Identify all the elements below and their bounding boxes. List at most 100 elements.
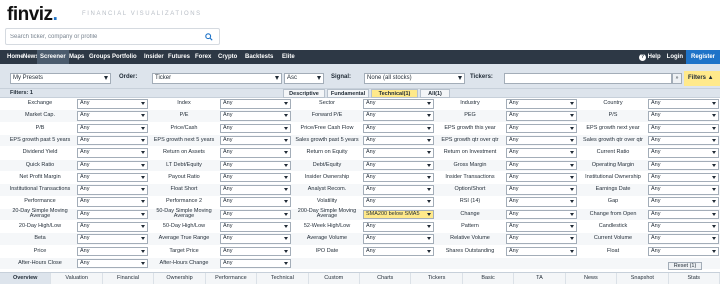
- filter-select[interactable]: Any: [506, 234, 577, 244]
- filter-select[interactable]: Any: [506, 185, 577, 195]
- filter-select[interactable]: Any: [648, 99, 719, 109]
- finviz-logo[interactable]: finviz.: [7, 4, 58, 26]
- filter-select[interactable]: Any: [220, 258, 291, 269]
- filter-select[interactable]: Any: [648, 246, 719, 257]
- filter-select[interactable]: Any: [506, 99, 577, 109]
- reset-button[interactable]: Reset (1): [668, 262, 702, 270]
- filter-select[interactable]: Any: [648, 148, 719, 158]
- filter-select[interactable]: Any: [77, 123, 148, 134]
- filter-select[interactable]: Any: [77, 111, 148, 121]
- search-input[interactable]: [6, 29, 201, 44]
- filter-select[interactable]: Any: [220, 123, 291, 134]
- filter-select[interactable]: Any: [77, 258, 148, 269]
- filter-select[interactable]: Any: [77, 197, 148, 207]
- filter-select[interactable]: Any: [363, 234, 434, 244]
- filter-tab-all-1[interactable]: All(1): [420, 89, 450, 98]
- filter-select[interactable]: Any: [648, 111, 719, 121]
- help-link[interactable]: ? Help: [636, 50, 664, 64]
- filter-select[interactable]: Any: [77, 99, 148, 109]
- view-tab-charts[interactable]: Charts: [360, 273, 412, 284]
- view-tab-tickers[interactable]: Tickers: [411, 273, 463, 284]
- filter-select[interactable]: Any: [363, 135, 434, 146]
- filter-select[interactable]: Any: [506, 222, 577, 232]
- filter-select[interactable]: Any: [506, 160, 577, 170]
- filter-select[interactable]: Any: [506, 148, 577, 158]
- nav-item-insider[interactable]: Insider: [141, 50, 167, 64]
- filter-select[interactable]: Any: [648, 160, 719, 170]
- filter-select[interactable]: Any: [220, 160, 291, 170]
- view-tab-overview[interactable]: Overview: [0, 273, 52, 284]
- nav-item-backtests[interactable]: Backtests: [242, 50, 276, 64]
- filter-select[interactable]: Any: [648, 185, 719, 195]
- order-select[interactable]: Ticker: [152, 73, 282, 84]
- view-tab-stats[interactable]: Stats: [669, 273, 720, 284]
- view-tab-snapshot[interactable]: Snapshot: [617, 273, 669, 284]
- filter-select[interactable]: Any: [648, 234, 719, 244]
- filter-select[interactable]: Any: [77, 172, 148, 183]
- filters-toggle-button[interactable]: Filters ▲: [684, 71, 720, 86]
- filter-select[interactable]: Any: [363, 197, 434, 207]
- filter-select[interactable]: Any: [220, 222, 291, 232]
- filter-select[interactable]: Any: [648, 135, 719, 146]
- filter-select[interactable]: Any: [648, 222, 719, 232]
- filter-select[interactable]: Any: [220, 209, 291, 220]
- nav-item-maps[interactable]: Maps: [66, 50, 87, 64]
- filter-select[interactable]: Any: [506, 111, 577, 121]
- nav-item-forex[interactable]: Forex: [192, 50, 214, 64]
- nav-item-elite[interactable]: Elite: [279, 50, 298, 64]
- filter-select[interactable]: Any: [363, 148, 434, 158]
- filter-select[interactable]: Any: [363, 222, 434, 232]
- view-tab-performance[interactable]: Performance: [206, 273, 258, 284]
- filter-select[interactable]: Any: [220, 99, 291, 109]
- filter-select[interactable]: Any: [363, 185, 434, 195]
- filter-select[interactable]: Any: [506, 123, 577, 134]
- view-tab-financial[interactable]: Financial: [103, 273, 155, 284]
- filter-tab-descriptive[interactable]: Descriptive: [283, 89, 325, 98]
- filter-select[interactable]: Any: [220, 172, 291, 183]
- view-tab-ownership[interactable]: Ownership: [154, 273, 206, 284]
- filter-select[interactable]: Any: [77, 246, 148, 257]
- view-tab-custom[interactable]: Custom: [309, 273, 360, 284]
- filter-select[interactable]: Any: [220, 135, 291, 146]
- nav-item-screener[interactable]: Screener: [37, 50, 69, 64]
- filter-select[interactable]: Any: [220, 234, 291, 244]
- signal-select[interactable]: None (all stocks): [364, 73, 465, 84]
- filter-tab-technical-1[interactable]: Technical(1): [371, 89, 418, 98]
- filter-select[interactable]: Any: [77, 209, 148, 220]
- filter-tab-fundamental[interactable]: Fundamental: [327, 89, 369, 98]
- filter-select[interactable]: Any: [220, 111, 291, 121]
- filter-select[interactable]: Any: [363, 246, 434, 257]
- filter-select[interactable]: Any: [363, 123, 434, 134]
- filter-select[interactable]: Any: [363, 99, 434, 109]
- nav-item-crypto[interactable]: Crypto: [215, 50, 240, 64]
- filter-select[interactable]: SMA200 below SMA5: [363, 209, 434, 220]
- filter-select[interactable]: Any: [648, 209, 719, 220]
- filter-select[interactable]: Any: [648, 172, 719, 183]
- filter-select[interactable]: Any: [363, 160, 434, 170]
- view-tab-news[interactable]: News: [566, 273, 618, 284]
- filter-select[interactable]: Any: [506, 197, 577, 207]
- presets-select[interactable]: My Presets: [10, 73, 111, 84]
- login-link[interactable]: Login: [664, 50, 686, 64]
- filter-select[interactable]: Any: [648, 197, 719, 207]
- view-tab-technical[interactable]: Technical: [257, 273, 309, 284]
- filter-select[interactable]: Any: [506, 209, 577, 220]
- nav-item-portfolio[interactable]: Portfolio: [109, 50, 140, 64]
- filter-select[interactable]: Any: [220, 197, 291, 207]
- nav-item-futures[interactable]: Futures: [165, 50, 193, 64]
- filter-select[interactable]: Any: [648, 123, 719, 134]
- filter-select[interactable]: Any: [77, 148, 148, 158]
- filter-select[interactable]: Any: [506, 172, 577, 183]
- tickers-input[interactable]: [504, 73, 672, 84]
- filter-select[interactable]: Any: [77, 222, 148, 232]
- filter-select[interactable]: Any: [363, 172, 434, 183]
- filter-select[interactable]: Any: [220, 185, 291, 195]
- filter-select[interactable]: Any: [363, 111, 434, 121]
- filter-select[interactable]: Any: [506, 246, 577, 257]
- filter-select[interactable]: Any: [77, 135, 148, 146]
- tickers-go-button[interactable]: »: [672, 73, 682, 84]
- filter-select[interactable]: Any: [77, 185, 148, 195]
- order-direction-select[interactable]: Asc: [284, 73, 324, 84]
- filter-select[interactable]: Any: [77, 234, 148, 244]
- view-tab-ta[interactable]: TA: [514, 273, 566, 284]
